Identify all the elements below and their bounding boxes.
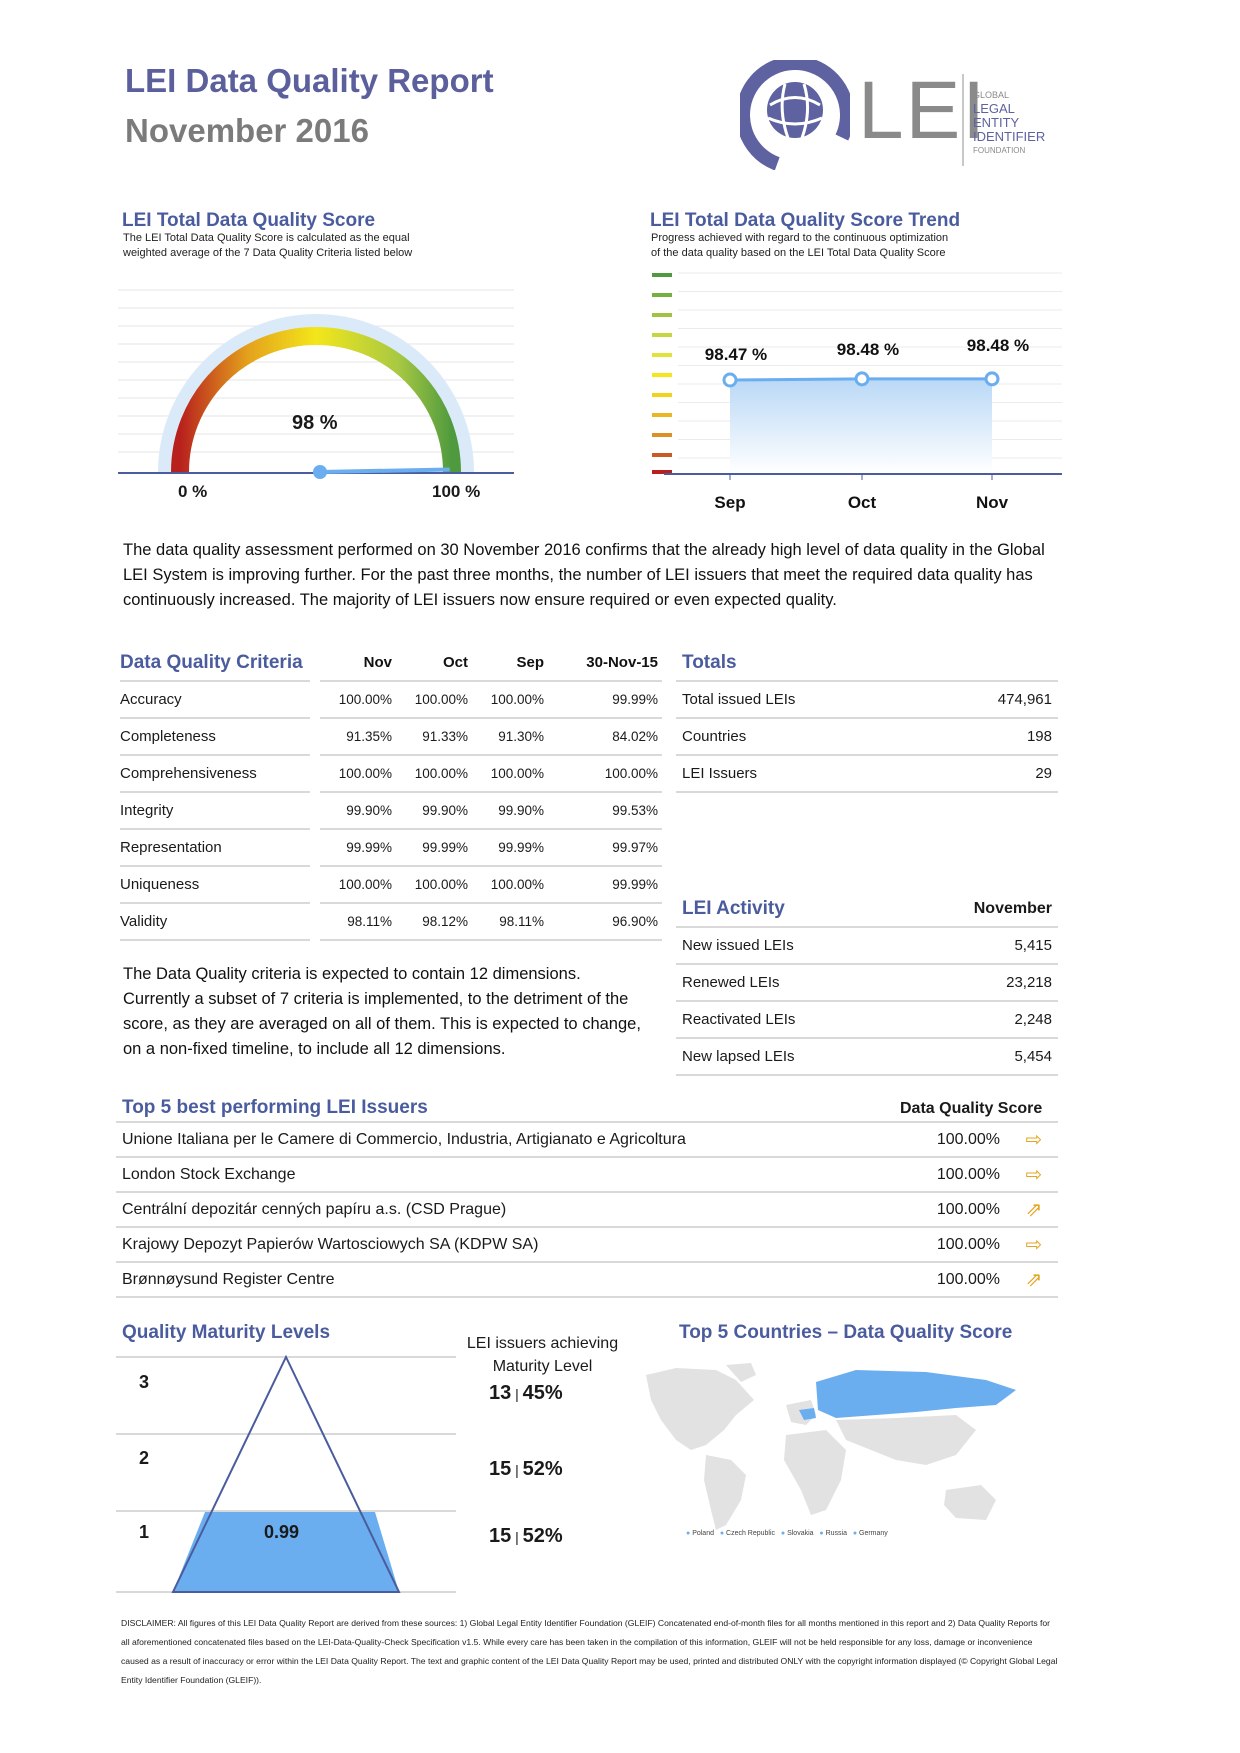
maturity-title: Quality Maturity Levels [122, 1322, 331, 1343]
trend-category-label: Oct [848, 493, 877, 512]
top5-title: Top 5 best performing LEI Issuers [122, 1097, 428, 1118]
criteria-row: Comprehensiveness 100.00% 100.00% 100.00%… [120, 756, 662, 793]
up-right-arrow-icon: ⇗ [1010, 1193, 1058, 1228]
trend-description: Progress achieved with regard to the con… [651, 232, 949, 259]
maturity-count-3: 13 | 45% [489, 1382, 563, 1404]
totals-row: LEI Issuers 29 [676, 756, 1058, 793]
trend-chart: 98.47 % Sep 98.48 % Oct 98.48 % Nov [652, 268, 1062, 512]
top5-column: Data Quality Score [900, 1100, 1043, 1117]
report-month: November 2016 [125, 112, 369, 149]
trend-data-label: 98.48 % [967, 336, 1029, 355]
criteria-row: Accuracy 100.00% 100.00% 100.00% 99.99% [120, 682, 662, 719]
report-title: LEI Data Quality Report [125, 62, 494, 99]
criteria-note: The Data Quality criteria is expected to… [123, 965, 641, 1058]
criteria-name: Completeness [120, 719, 310, 756]
logo-tagline: GLOBAL LEGAL ENTITY IDENTIFIER FOUNDATIO… [973, 90, 1046, 155]
globe-icon [740, 60, 850, 170]
africa-shape [784, 1430, 846, 1515]
australia-shape [944, 1485, 996, 1520]
col-sep: Sep [472, 645, 548, 682]
totals-table: Totals Total issued LEIs 474,961 Countrie… [676, 645, 1058, 793]
criteria-name: Uniqueness [120, 867, 310, 904]
issuer-row: Centrální depozitár cenných papíru a.s. … [116, 1193, 1058, 1228]
right-arrow-icon: ⇨ [1010, 1158, 1058, 1193]
criteria-name: Accuracy [120, 682, 310, 719]
trend-category-label: Nov [976, 493, 1009, 512]
criteria-name: Integrity [120, 793, 310, 830]
gauge-max-label: 100 % [432, 482, 481, 501]
trend-point [854, 371, 870, 387]
trend-point [722, 372, 738, 388]
gauge-description: The LEI Total Data Quality Score is calc… [123, 232, 413, 259]
right-arrow-icon: ⇨ [1010, 1123, 1058, 1158]
criteria-row: Validity 98.11% 98.12% 98.11% 96.90% [120, 904, 662, 941]
activity-row: New issued LEIs 5,415 [676, 928, 1058, 965]
activity-row: New lapsed LEIs 5,454 [676, 1039, 1058, 1076]
trend-area [730, 378, 992, 473]
totals-row: Countries 198 [676, 719, 1058, 756]
totals-header: Totals [676, 645, 1058, 682]
totals-row: Total issued LEIs 474,961 [676, 682, 1058, 719]
activity-table: LEI Activity November New issued LEIs 5,4… [676, 891, 1058, 1076]
gauge-chart [118, 280, 514, 480]
criteria-row: Representation 99.99% 99.99% 99.99% 99.97% [120, 830, 662, 867]
col-nov-15: 30-Nov-15 [548, 645, 662, 682]
right-arrow-icon: ⇨ [1010, 1228, 1058, 1263]
col-oct: Oct [396, 645, 472, 682]
activity-column: November [898, 891, 1058, 928]
criteria-name: Comprehensiveness [120, 756, 310, 793]
maturity-count-2: 15 | 52% [489, 1458, 563, 1480]
issuer-row: Krajowy Depozyt Papierów Wartosciowych S… [116, 1228, 1058, 1263]
gauge-min-label: 0 % [178, 482, 208, 501]
maturity-count-1: 15 | 52% [489, 1525, 563, 1547]
trend-point [984, 371, 1000, 387]
criteria-name: Validity [120, 904, 310, 941]
lei-logo: LEI GLOBAL LEGAL ENTITY IDENTIFIER FOUND… [740, 60, 1070, 180]
activity-row: Renewed LEIs 23,218 [676, 965, 1058, 1002]
maturity-column-title: LEI issuers achieving Maturity Level [466, 1335, 619, 1375]
countries-title: Top 5 Countries – Data Quality Score [679, 1322, 1013, 1343]
trend-category-label: Sep [714, 493, 745, 512]
map-legend: ● Poland ● Czech Republic ● Slovakia ● R… [686, 1530, 888, 1537]
issuer-row: Unione Italiana per le Camere di Commerc… [116, 1123, 1058, 1158]
world-map: ● Poland ● Czech Republic ● Slovakia ● R… [636, 1360, 1056, 1550]
issuer-row: Brønnøysund Register Centre 100.00% ⇗ [116, 1263, 1058, 1298]
maturity-fill-label: 0.99 [264, 1522, 300, 1542]
logo-divider [962, 74, 964, 166]
disclaimer: DISCLAIMER: All figures of this LEI Data… [121, 1618, 1058, 1685]
col-nov: Nov [320, 645, 396, 682]
gauge-needle [319, 467, 450, 474]
trend-data-label: 98.48 % [837, 340, 899, 359]
gauge-hub [313, 465, 327, 479]
criteria-row: Integrity 99.90% 99.90% 99.90% 99.53% [120, 793, 662, 830]
criteria-name: Representation [120, 830, 310, 867]
trend-data-label: 98.47 % [705, 345, 767, 364]
asia-shape [836, 1415, 976, 1465]
intro-paragraph: The data quality assessment performed on… [123, 541, 1045, 609]
criteria-header: Data Quality Criteria [120, 645, 310, 682]
maturity-level-3: 3 [139, 1372, 150, 1392]
issuer-row: London Stock Exchange 100.00% ⇨ [116, 1158, 1058, 1193]
criteria-row: Uniqueness 100.00% 100.00% 100.00% 99.99% [120, 867, 662, 904]
trend-title: LEI Total Data Quality Score Trend [650, 210, 961, 231]
gauge-value-label: 98 % [292, 412, 338, 434]
criteria-row: Completeness 91.35% 91.33% 91.30% 84.02% [120, 719, 662, 756]
up-right-arrow-icon: ⇗ [1010, 1263, 1058, 1298]
criteria-table: Data Quality Criteria Nov Oct Sep 30-Nov… [120, 645, 662, 941]
russia-shape [816, 1370, 1016, 1418]
south-america-shape [704, 1455, 746, 1530]
maturity-level-1: 1 [139, 1522, 150, 1542]
gauge-title: LEI Total Data Quality Score [122, 210, 376, 231]
maturity-level-2: 2 [139, 1448, 150, 1468]
maturity-pyramid [116, 1354, 456, 1595]
activity-row: Reactivated LEIs 2,248 [676, 1002, 1058, 1039]
top5-table: Unione Italiana per le Camere di Commerc… [116, 1123, 1058, 1298]
activity-header: LEI Activity [676, 891, 899, 928]
logo-wordmark: LEI [858, 65, 988, 156]
north-america-shape [646, 1368, 754, 1450]
